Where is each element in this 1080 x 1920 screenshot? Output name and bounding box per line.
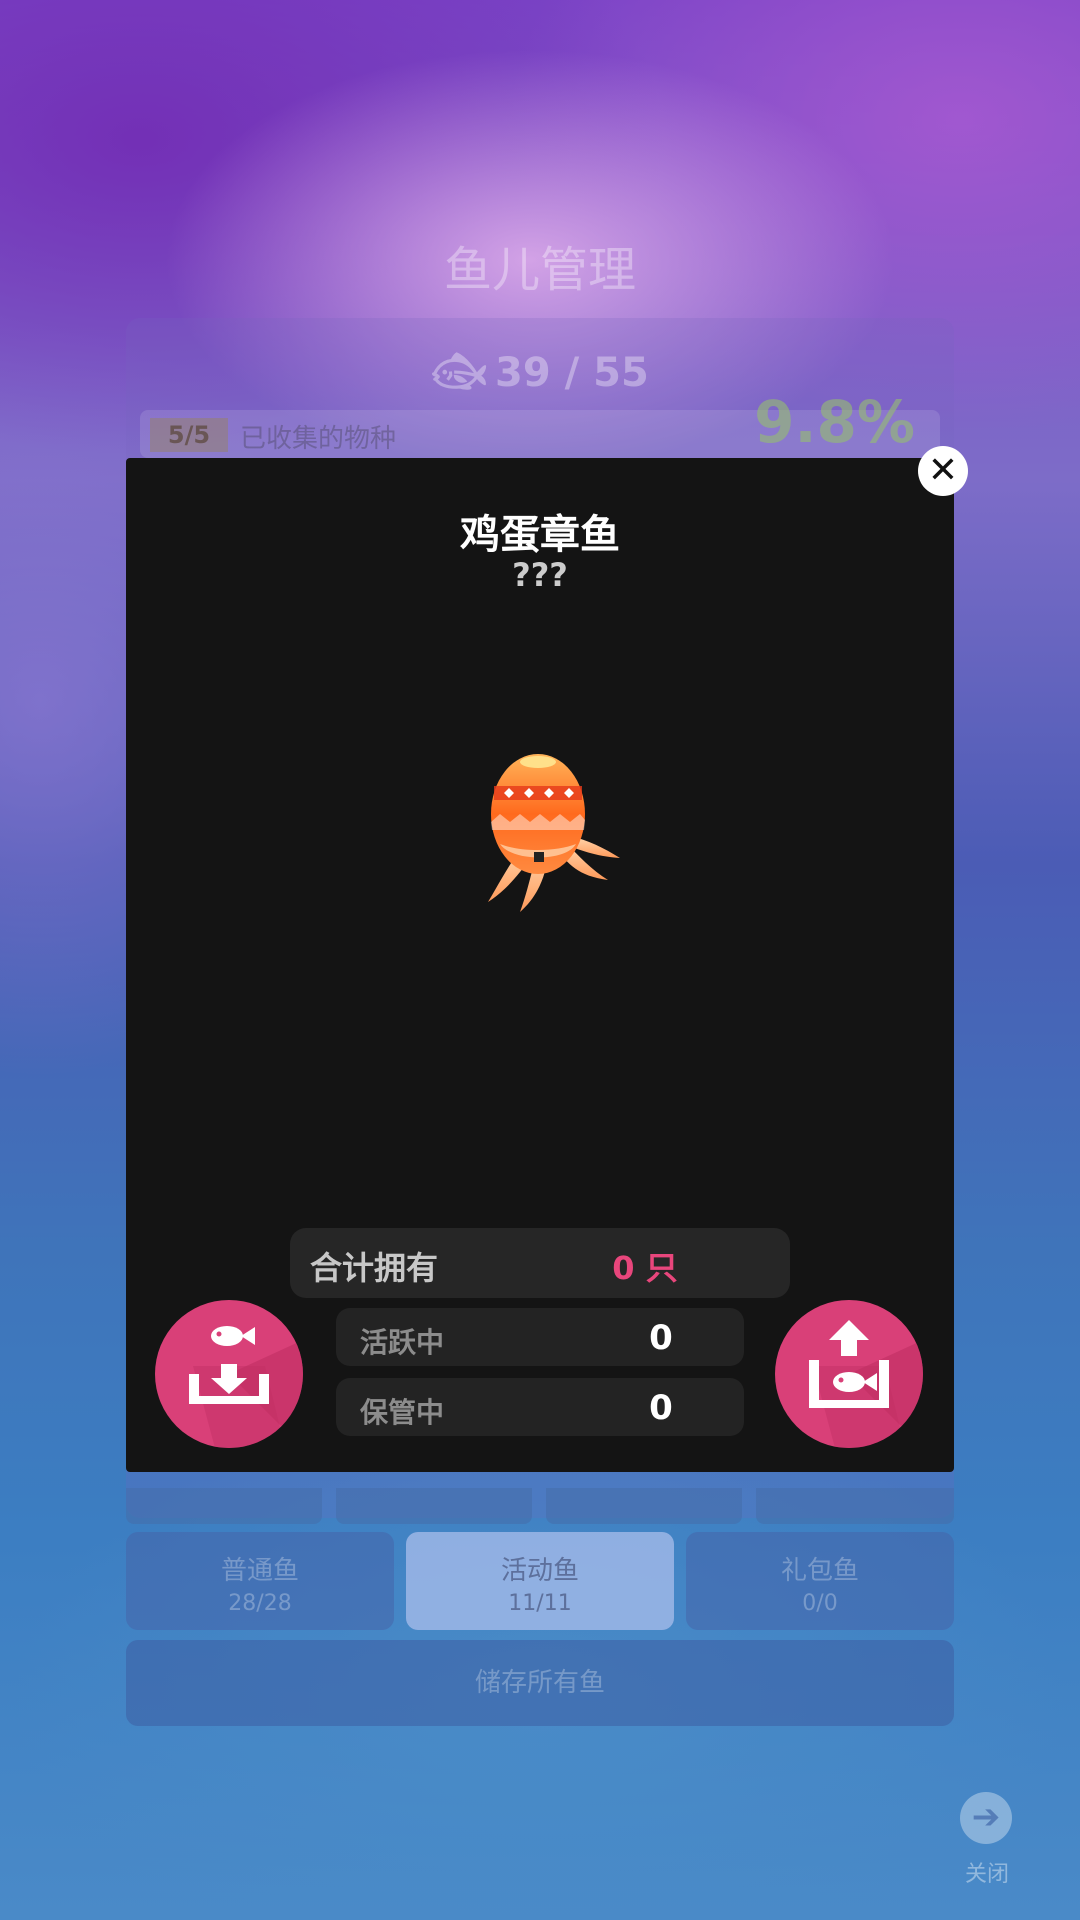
stored-row: 保管中 0 [336, 1378, 744, 1436]
tab-gift-fish[interactable]: 礼包鱼 0/0 [686, 1532, 954, 1630]
fish-icon: 🐟︎ [431, 346, 488, 397]
fish-card[interactable] [336, 1488, 532, 1524]
fish-count-text: 39 / 55 [495, 350, 649, 396]
tab-label: 礼包鱼 [780, 1556, 859, 1586]
tab-normal-fish[interactable]: 普通鱼 28/28 [126, 1532, 394, 1630]
total-owned-label: 合计拥有 [310, 1249, 439, 1287]
species-badge: 5/5 [150, 418, 228, 452]
stored-value: 0 [649, 1388, 673, 1428]
fish-card[interactable] [546, 1488, 742, 1524]
egg-octopus-image [488, 754, 620, 912]
close-label[interactable]: 关闭 [950, 1856, 1024, 1888]
fish-name: 鸡蛋章鱼 [460, 512, 620, 558]
store-fish-icon [189, 1326, 303, 1448]
tab-count: 28/28 [228, 1591, 292, 1616]
total-owned-value: 0 只 [612, 1249, 678, 1287]
tab-count: 11/11 [508, 1591, 572, 1616]
collection-percent: 9.8% [754, 388, 915, 456]
arrow-right-icon[interactable]: ➔ [960, 1792, 1012, 1844]
species-label: 已收集的物种 [240, 424, 397, 454]
tab-label: 普通鱼 [220, 1556, 299, 1586]
close-icon[interactable]: ✕ [918, 446, 968, 496]
release-fish-icon [809, 1320, 923, 1448]
fish-card[interactable] [756, 1488, 954, 1524]
page-title: 鱼儿管理 [443, 242, 636, 298]
tab-event-fish[interactable]: 活动鱼 11/11 [406, 1532, 674, 1630]
fish-subtitle: ??? [512, 556, 568, 594]
total-owned-row: 合计拥有 0 只 [290, 1228, 790, 1298]
active-value: 0 [649, 1318, 673, 1358]
tab-count: 0/0 [802, 1591, 838, 1616]
release-fish-button[interactable] [775, 1300, 923, 1448]
fish-card[interactable] [126, 1488, 322, 1524]
tab-label: 活动鱼 [500, 1556, 579, 1586]
active-row: 活跃中 0 [336, 1308, 744, 1366]
active-label: 活跃中 [360, 1326, 445, 1359]
store-fish-button[interactable] [155, 1300, 303, 1448]
store-all-button[interactable]: 储存所有鱼 [126, 1640, 954, 1726]
stored-label: 保管中 [360, 1396, 445, 1429]
